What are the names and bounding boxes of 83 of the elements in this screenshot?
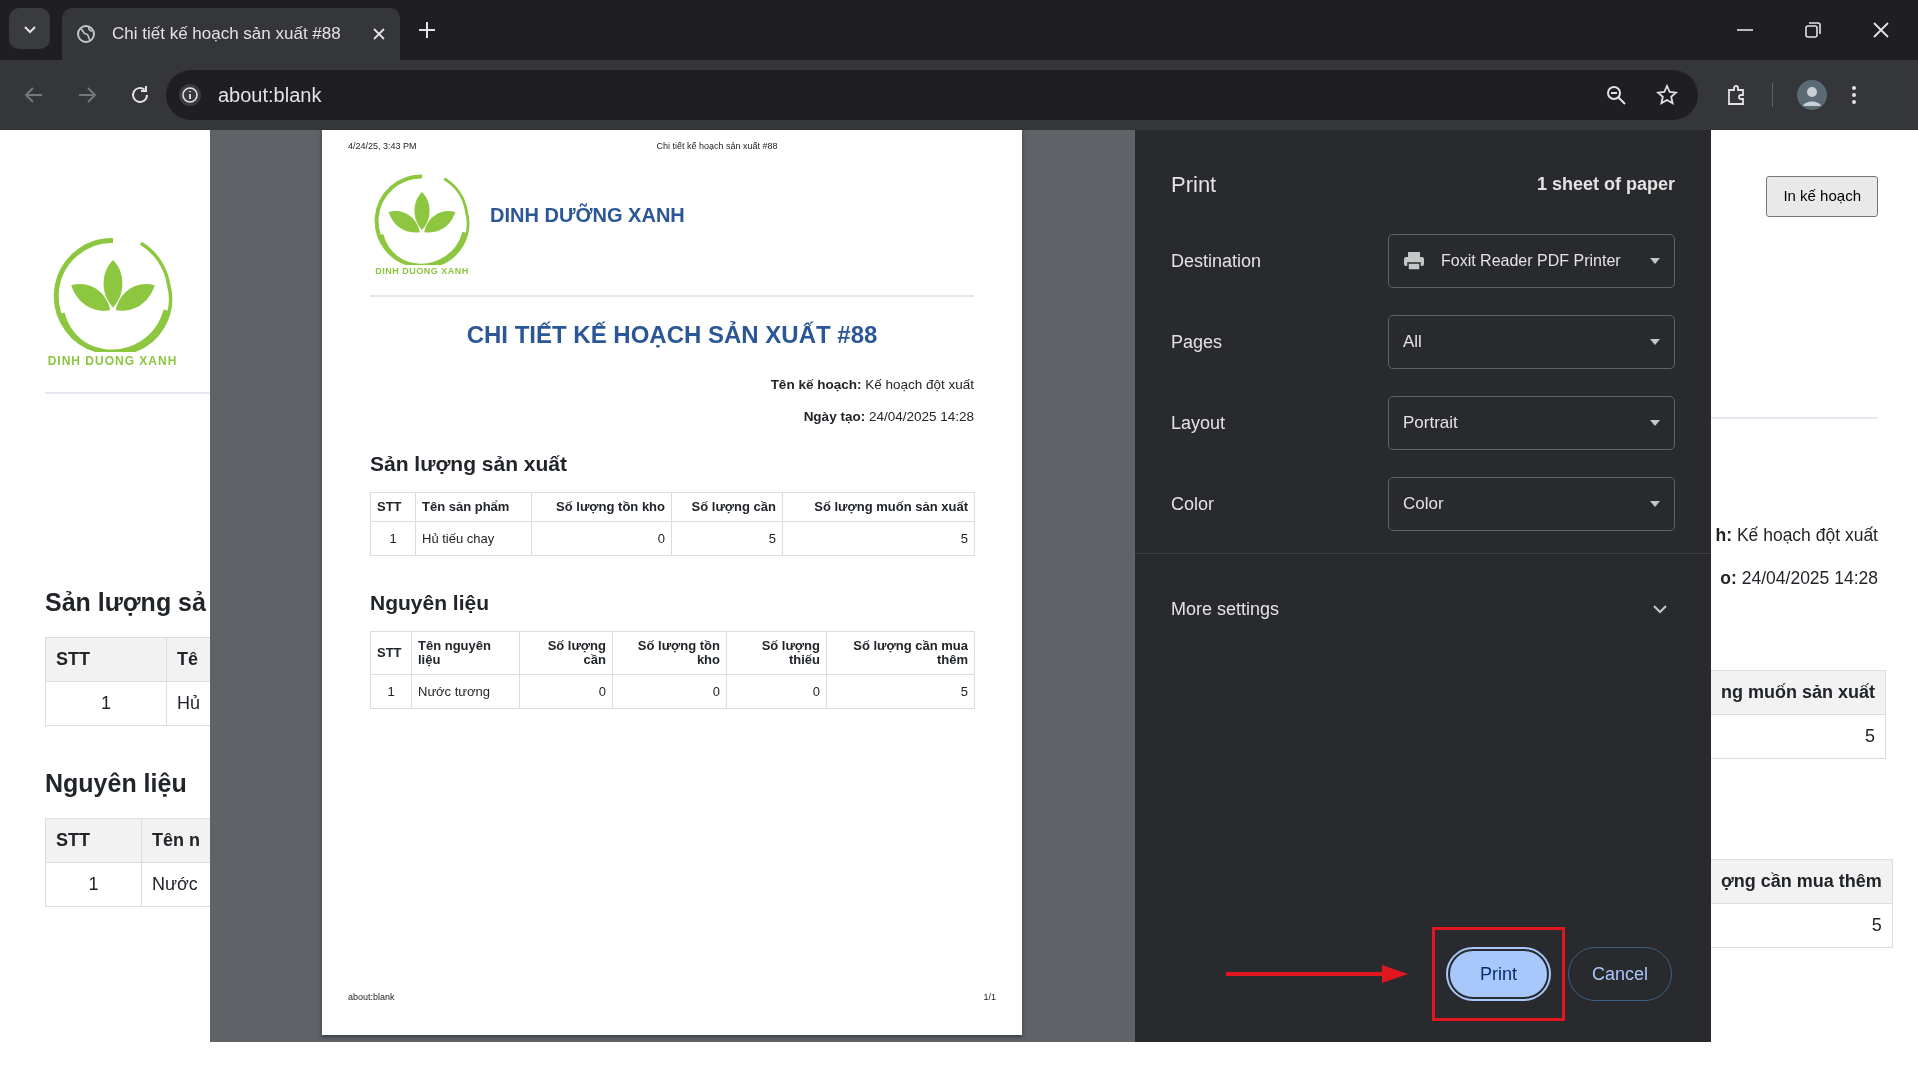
table-header: Số lượng thiếu xyxy=(726,631,827,675)
table-cell: 0 xyxy=(531,521,672,556)
table-header: Số lượng tồn kho xyxy=(612,631,727,675)
document-title: CHI TIẾT KẾ HOẠCH SẢN XUẤT #88 xyxy=(465,320,879,350)
restore-icon[interactable] xyxy=(1804,21,1822,39)
section-heading: Sản lượng sản xuất xyxy=(370,450,568,477)
forward-arrow-icon[interactable] xyxy=(77,85,97,105)
table-header: ng muốn sản xuất xyxy=(1711,670,1886,715)
print-button[interactable]: Print xyxy=(1448,949,1549,999)
table-header: ợng cần mua thêm xyxy=(1711,859,1893,904)
table-header: STT xyxy=(45,818,142,863)
plan-info: Ngày tạo: 24/04/2025 14:28 xyxy=(802,407,974,426)
table-cell: 5 xyxy=(826,674,975,709)
brand-name: DINH DƯỠNG XANH xyxy=(490,202,685,229)
plan-info: h: Kế hoạch đột xuất xyxy=(1715,523,1878,547)
address-bar[interactable]: about:blank xyxy=(166,70,1698,120)
table-cell: 5 xyxy=(1711,714,1886,759)
caret-icon xyxy=(1650,420,1660,426)
caret-icon xyxy=(1650,258,1660,264)
table-header: STT xyxy=(370,631,412,675)
logo-text: DINH DUONG XANH xyxy=(47,353,178,370)
browser-tab[interactable]: Chi tiết kế hoạch sản xuất #88 xyxy=(62,8,400,60)
table-cell: 1 xyxy=(45,681,167,726)
menu-icon[interactable] xyxy=(1851,85,1857,105)
setting-label: Layout xyxy=(1171,411,1226,435)
logo-text: DINH DUONG XANH xyxy=(375,265,469,279)
table-cell: 1 xyxy=(45,862,142,907)
table-cell: 0 xyxy=(519,674,613,709)
table-cell: 5 xyxy=(671,521,783,556)
table-header: Tê xyxy=(166,637,210,682)
sheet-count: 1 sheet of paper xyxy=(1536,173,1675,196)
printer-icon xyxy=(1403,251,1425,271)
address-text: about:blank xyxy=(218,83,322,108)
tab-title: Chi tiết kế hoạch sản xuất #88 xyxy=(112,23,342,46)
avatar-icon[interactable] xyxy=(1797,80,1827,110)
dropdown[interactable]: All xyxy=(1388,315,1675,369)
setting-label: Pages xyxy=(1171,330,1223,354)
section-heading: Sản lượng sả xyxy=(45,587,207,617)
dialog-title: Print xyxy=(1171,171,1217,199)
table-cell: 1 xyxy=(370,674,412,709)
print-plan-button[interactable]: In kế hoạch xyxy=(1766,176,1878,217)
table-header: Tên sản phẩm xyxy=(415,492,532,522)
close-icon[interactable] xyxy=(1872,21,1890,39)
caret-icon xyxy=(1650,501,1660,507)
table-header: Số lượng cần xyxy=(519,631,613,675)
close-icon[interactable] xyxy=(372,27,386,41)
section-heading: Nguyên liệu xyxy=(370,590,491,616)
table-header: Tên n xyxy=(141,818,210,863)
reload-icon[interactable] xyxy=(130,85,150,105)
plus-icon[interactable] xyxy=(418,21,436,39)
table-header: Tên nguyên liệu xyxy=(411,631,520,675)
table-header: Số lượng muốn sản xuất xyxy=(782,492,975,522)
table-header: Số lượng cần xyxy=(671,492,783,522)
table-cell: 5 xyxy=(782,521,975,556)
print-footer-url: about:blank xyxy=(348,991,395,1005)
plan-info: o: 24/04/2025 14:28 xyxy=(1720,566,1878,590)
table-header: STT xyxy=(45,637,167,682)
print-header-title: Chi tiết kế hoạch sản xuất #88 xyxy=(656,140,778,153)
table-header: Số lượng cần mua thêm xyxy=(826,631,975,675)
table-cell: 0 xyxy=(612,674,727,709)
table-header: Số lượng tồn kho xyxy=(531,492,672,522)
zoom-icon[interactable] xyxy=(1606,85,1626,105)
caret-icon xyxy=(1650,339,1660,345)
print-date: 4/24/25, 3:43 PM xyxy=(348,140,417,153)
plan-info: Tên kế hoạch: Kế hoạch đột xuất xyxy=(769,376,974,395)
page-number: 1/1 xyxy=(983,991,996,1005)
dropdown[interactable]: Portrait xyxy=(1388,396,1675,450)
setting-label: Destination xyxy=(1171,249,1262,273)
back-arrow-icon[interactable] xyxy=(24,85,44,105)
dropdown[interactable]: Color xyxy=(1388,477,1675,531)
more-settings-toggle[interactable]: More settings xyxy=(1135,596,1711,623)
table-cell: 5 xyxy=(1711,903,1893,948)
table-cell: 0 xyxy=(726,674,827,709)
table-cell: 1 xyxy=(370,521,416,556)
info-icon[interactable] xyxy=(178,83,202,107)
table-header: STT xyxy=(370,492,416,522)
table-cell: Hủ tiếu chay xyxy=(415,521,532,556)
dropdown[interactable]: Foxit Reader PDF Printer xyxy=(1388,234,1675,288)
section-heading: Nguyên liệu xyxy=(45,768,188,798)
table-cell: Nước tương xyxy=(411,674,520,709)
globe-icon xyxy=(76,24,96,44)
star-icon[interactable] xyxy=(1656,84,1678,106)
setting-label: Color xyxy=(1171,492,1214,516)
